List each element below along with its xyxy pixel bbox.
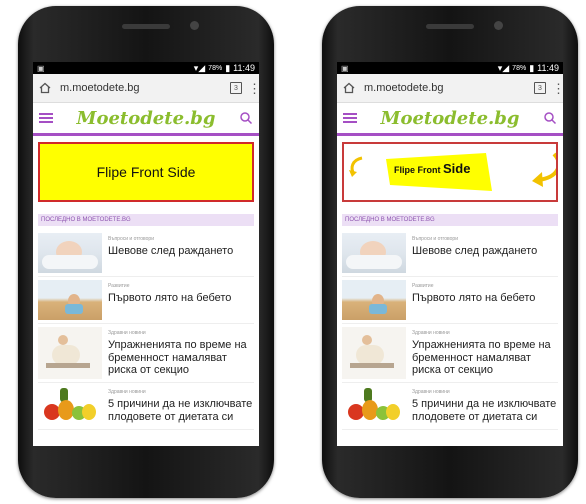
front-camera xyxy=(190,21,199,30)
wifi-signal-icon: ▾◢ xyxy=(497,62,510,73)
pregnancy-exercise-thumbnail xyxy=(38,327,102,379)
article-title[interactable]: Първото лято на бебето xyxy=(412,292,558,305)
site-header: Moetodete.bg xyxy=(33,103,259,136)
section-title: ПОСЛЕДНО В MOETODETE.BG xyxy=(38,214,254,226)
browser-toolbar: m.moetodete.bg 3 ⋮ xyxy=(33,74,259,103)
tabs-count-icon[interactable]: 3 xyxy=(230,82,242,94)
article-title[interactable]: Шевове след раждането xyxy=(108,245,254,258)
list-item[interactable]: Въпроси и отговори Шевове след раждането xyxy=(342,230,558,277)
fruits-thumbnail xyxy=(38,386,102,426)
phone-screen: ▣ ▾◢ 78% ▮ 11:49 m.moetodete.bg 3 ⋮ Moet… xyxy=(33,62,259,446)
article-title[interactable]: Първото лято на бебето xyxy=(108,292,254,305)
ad-banner-front[interactable]: Flipe Front Side xyxy=(38,142,254,202)
site-logo[interactable]: Moetodete.bg xyxy=(53,108,239,129)
url-field[interactable]: m.moetodete.bg xyxy=(58,79,224,97)
list-item[interactable]: Здравни новини 5 причини да не изключват… xyxy=(342,383,558,430)
article-category: Развитие xyxy=(412,283,434,289)
search-icon[interactable] xyxy=(239,111,253,125)
article-category: Здравни новини xyxy=(108,389,146,395)
fruits-thumbnail xyxy=(342,386,406,426)
beach-baby-thumbnail xyxy=(38,280,102,320)
article-title[interactable]: Упражненията по време на бременност нама… xyxy=(108,339,254,377)
overflow-menu-icon[interactable]: ⋮ xyxy=(552,82,563,95)
flip-banner-text: Flipe Front Side xyxy=(394,161,470,176)
overflow-menu-icon[interactable]: ⋮ xyxy=(248,82,259,95)
baby-photo-thumbnail xyxy=(38,233,102,273)
site-header: Moetodete.bg xyxy=(337,103,563,136)
flip-banner-text-small: Flipe Front xyxy=(394,165,441,175)
section-title: ПОСЛЕДНО В MOETODETE.BG xyxy=(342,214,558,226)
status-time: 11:49 xyxy=(233,63,255,73)
ad-banner-flipping[interactable]: Flipe Front Side xyxy=(342,142,558,202)
article-title[interactable]: 5 причини да не изключвате плодовете от … xyxy=(108,398,254,423)
battery-icon: ▮ xyxy=(529,62,535,73)
article-category: Развитие xyxy=(108,283,130,289)
front-camera xyxy=(494,21,503,30)
browser-toolbar: m.moetodete.bg 3 ⋮ xyxy=(337,74,563,103)
article-list: Въпроси и отговори Шевове след раждането… xyxy=(38,230,254,430)
speaker-grille xyxy=(426,24,474,29)
article-title[interactable]: 5 причини да не изключвате плодовете от … xyxy=(412,398,558,423)
article-category: Здравни новини xyxy=(412,389,450,395)
site-logo[interactable]: Moetodete.bg xyxy=(357,108,543,129)
search-icon[interactable] xyxy=(543,111,557,125)
baby-photo-thumbnail xyxy=(342,233,406,273)
article-category: Здравни новини xyxy=(412,330,450,336)
gallery-notification-icon: ▣ xyxy=(341,63,349,73)
list-item[interactable]: Развитие Първото лято на бебето xyxy=(342,277,558,324)
battery-icon: ▮ xyxy=(225,62,231,73)
gallery-notification-icon: ▣ xyxy=(37,63,45,73)
curved-arrow-right-icon xyxy=(532,152,556,187)
phone-screen: ▣ ▾◢ 78% ▮ 11:49 m.moetodete.bg 3 ⋮ Moet… xyxy=(337,62,563,446)
article-title[interactable]: Шевове след раждането xyxy=(412,245,558,258)
article-category: Здравни новини xyxy=(108,330,146,336)
article-category: Въпроси и отговори xyxy=(108,236,155,242)
wifi-signal-icon: ▾◢ xyxy=(193,62,206,73)
battery-level: 78% xyxy=(208,64,223,72)
beach-baby-thumbnail xyxy=(342,280,406,320)
list-item[interactable]: Здравни новини Упражненията по време на … xyxy=(38,324,254,383)
speaker-grille xyxy=(122,24,170,29)
article-list: Въпроси и отговори Шевове след раждането… xyxy=(342,230,558,430)
pregnancy-exercise-thumbnail xyxy=(342,327,406,379)
article-title[interactable]: Упражненията по време на бременност нама… xyxy=(412,339,558,377)
flip-banner-text-big: Side xyxy=(443,161,471,176)
curved-arrow-left-icon xyxy=(349,156,363,177)
battery-level: 78% xyxy=(512,64,527,72)
article-category: Въпроси и отговори xyxy=(412,236,459,242)
url-field[interactable]: m.moetodete.bg xyxy=(362,79,528,97)
status-bar: ▣ ▾◢ 78% ▮ 11:49 xyxy=(33,62,259,74)
phone-mockup-right: ▣ ▾◢ 78% ▮ 11:49 m.moetodete.bg 3 ⋮ Moet… xyxy=(322,6,578,498)
status-time: 11:49 xyxy=(537,63,559,73)
hamburger-menu-icon[interactable] xyxy=(343,113,357,123)
phone-mockup-left: ▣ ▾◢ 78% ▮ 11:49 m.moetodete.bg 3 ⋮ Moet… xyxy=(18,6,274,498)
hamburger-menu-icon[interactable] xyxy=(39,113,53,123)
list-item[interactable]: Здравни новини Упражненията по време на … xyxy=(342,324,558,383)
list-item[interactable]: Здравни новини 5 причини да не изключват… xyxy=(38,383,254,430)
list-item[interactable]: Въпроси и отговори Шевове след раждането xyxy=(38,230,254,277)
list-item[interactable]: Развитие Първото лято на бебето xyxy=(38,277,254,324)
tabs-count-icon[interactable]: 3 xyxy=(534,82,546,94)
home-icon[interactable] xyxy=(342,81,356,95)
status-bar: ▣ ▾◢ 78% ▮ 11:49 xyxy=(337,62,563,74)
home-icon[interactable] xyxy=(38,81,52,95)
